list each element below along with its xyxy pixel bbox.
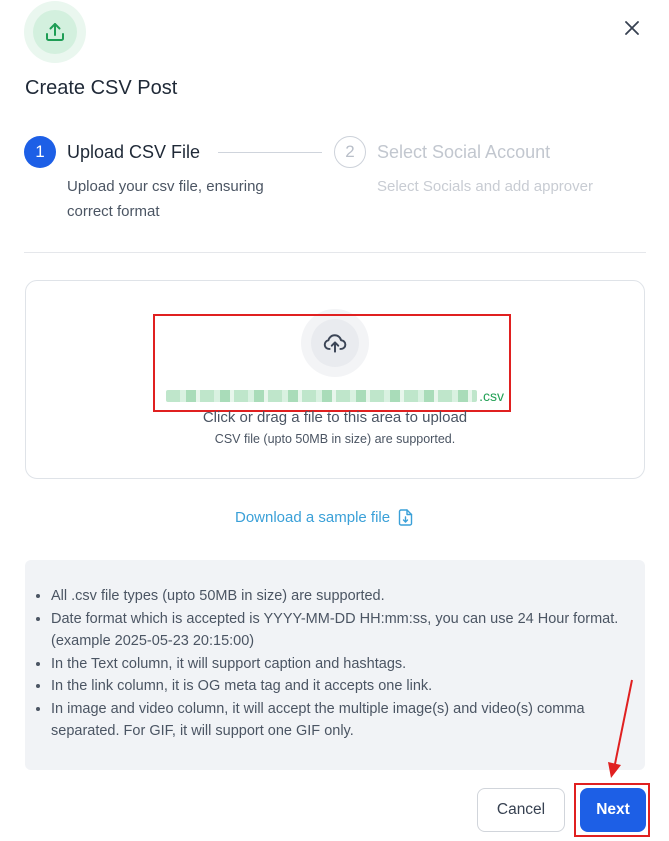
guideline-item: All .csv file types (upto 50MB in size) …	[51, 585, 625, 608]
file-download-icon	[398, 509, 413, 526]
upload-hint: CSV file (upto 50MB in size) are support…	[214, 432, 456, 446]
close-button[interactable]	[618, 14, 646, 42]
dialog-title: Create CSV Post	[25, 77, 178, 99]
step-2-indicator: 2	[334, 136, 366, 168]
guideline-item: Date format which is accepted is YYYY-MM…	[51, 608, 625, 653]
upload-instruction: Click or drag a file to this area to upl…	[202, 409, 468, 426]
guideline-item: In image and video column, it will accep…	[51, 698, 625, 743]
cloud-upload-icon	[323, 334, 347, 353]
selected-file-name: .csv	[166, 386, 504, 406]
close-icon	[625, 21, 639, 35]
csv-guidelines: All .csv file types (upto 50MB in size) …	[25, 560, 645, 770]
redacted-file-name	[166, 390, 478, 402]
download-sample-link[interactable]: Download a sample file	[235, 509, 413, 526]
next-button[interactable]: Next	[580, 788, 646, 832]
step-1-description: Upload your csv file, ensuring correct f…	[67, 178, 264, 220]
step-1-indicator: 1	[24, 136, 56, 168]
upload-cloud-badge[interactable]	[301, 309, 369, 377]
download-sample-label: Download a sample file	[235, 509, 391, 526]
guideline-item: In the link column, it is OG meta tag an…	[51, 675, 625, 698]
guideline-item: In the Text column, it will support capt…	[51, 653, 625, 676]
step-1-title: Upload CSV File	[67, 142, 201, 162]
step-2-title: Select Social Account	[377, 142, 551, 162]
annotation-arrow	[608, 679, 633, 778]
cancel-button[interactable]: Cancel	[477, 788, 565, 832]
step-connector	[218, 152, 322, 153]
divider	[24, 252, 646, 253]
header-upload-badge	[24, 1, 86, 63]
file-extension: .csv	[479, 388, 504, 404]
step-2-description: Select Socials and add approver	[377, 178, 593, 195]
upload-icon	[46, 23, 64, 41]
